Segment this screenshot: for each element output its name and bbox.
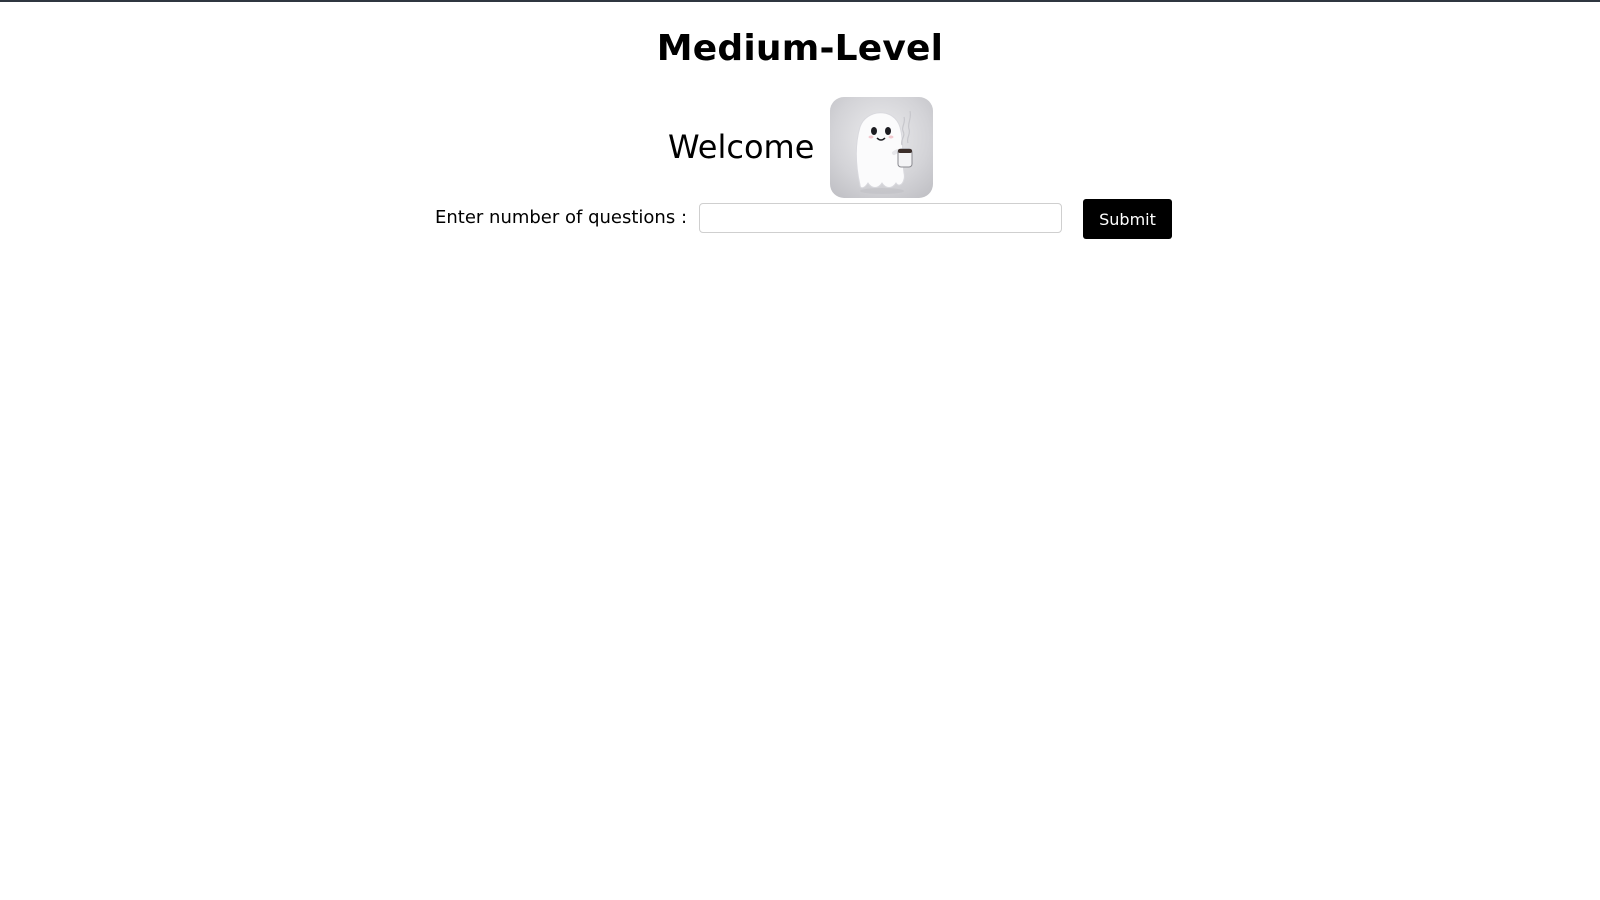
top-border bbox=[0, 0, 1600, 2]
questions-label: Enter number of questions : bbox=[435, 207, 688, 228]
question-form: Enter number of questions : Submit bbox=[435, 199, 1173, 239]
welcome-row: Welcome bbox=[668, 97, 934, 198]
welcome-text: Welcome bbox=[668, 127, 815, 166]
submit-button[interactable]: Submit bbox=[1083, 199, 1173, 239]
questions-count-input[interactable] bbox=[699, 203, 1063, 233]
ghost-illustration bbox=[856, 110, 913, 194]
page-title: Medium-Level bbox=[656, 28, 944, 69]
ghost-avatar-icon bbox=[830, 97, 934, 198]
